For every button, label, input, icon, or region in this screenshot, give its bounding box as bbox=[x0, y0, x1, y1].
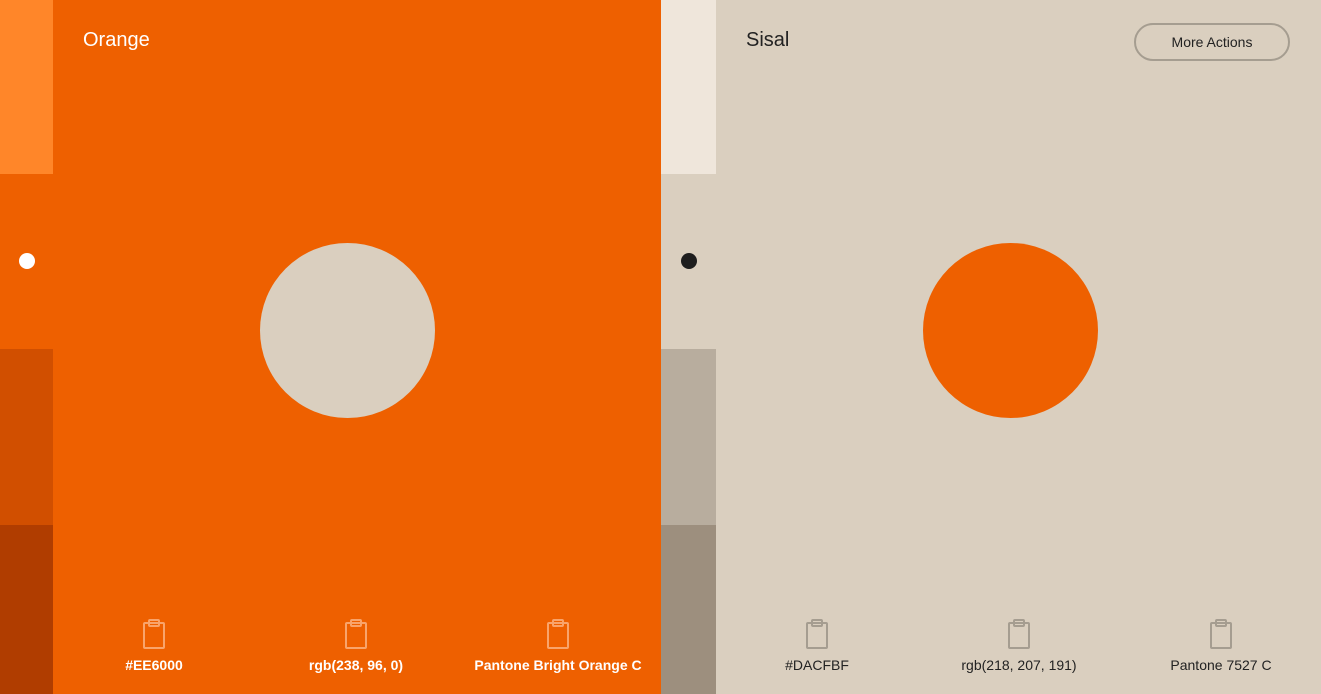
sisal-shade-lighter[interactable] bbox=[661, 0, 716, 174]
clipboard-icon bbox=[547, 619, 569, 649]
sisal-shade-darkest[interactable] bbox=[661, 525, 716, 694]
color-codes-row: #DACFBF rgb(218, 207, 191) Pantone 7527 … bbox=[716, 604, 1321, 694]
color-name-title: Sisal bbox=[746, 29, 790, 51]
more-actions-button[interactable]: More Actions bbox=[1134, 23, 1290, 61]
sisal-panel: Sisal More Actions #DACFBF rgb(218, 207,… bbox=[716, 0, 1321, 694]
pantone-code-label: Pantone 7527 C bbox=[1170, 657, 1272, 673]
copy-hex-button[interactable]: #EE6000 bbox=[53, 618, 255, 674]
hex-code-label: #EE6000 bbox=[125, 657, 183, 673]
sisal-shade-selected[interactable] bbox=[661, 174, 716, 349]
contrast-circle bbox=[923, 243, 1098, 418]
rgb-code-label: rgb(218, 207, 191) bbox=[961, 657, 1077, 673]
copy-rgb-button[interactable]: rgb(238, 96, 0) bbox=[255, 618, 457, 674]
orange-shade-darker[interactable] bbox=[0, 349, 53, 525]
orange-shade-strip bbox=[0, 0, 53, 694]
color-codes-row: #EE6000 rgb(238, 96, 0) Pantone Bright O… bbox=[53, 604, 661, 694]
orange-shade-darkest[interactable] bbox=[0, 525, 53, 694]
contrast-circle bbox=[260, 243, 435, 418]
clipboard-icon bbox=[1008, 619, 1030, 649]
clipboard-icon bbox=[806, 619, 828, 649]
orange-shade-lighter[interactable] bbox=[0, 0, 53, 174]
color-name-title: Orange bbox=[83, 29, 150, 51]
sisal-shade-darker[interactable] bbox=[661, 349, 716, 525]
rgb-code-label: rgb(238, 96, 0) bbox=[308, 657, 404, 673]
clipboard-icon bbox=[1210, 619, 1232, 649]
copy-pantone-button[interactable]: Pantone Bright Orange C bbox=[457, 618, 659, 674]
orange-panel: Orange #EE6000 rgb(238, 96, 0) Pantone B… bbox=[53, 0, 661, 694]
color-comparison-page: Orange #EE6000 rgb(238, 96, 0) Pantone B… bbox=[0, 0, 1321, 694]
copy-hex-button[interactable]: #DACFBF bbox=[716, 618, 918, 674]
selected-shade-indicator bbox=[18, 253, 35, 269]
copy-pantone-button[interactable]: Pantone 7527 C bbox=[1120, 618, 1321, 674]
sisal-shade-strip bbox=[661, 0, 716, 694]
clipboard-icon bbox=[345, 619, 367, 649]
selected-shade-indicator bbox=[680, 253, 697, 269]
pantone-code-label: Pantone Bright Orange C bbox=[474, 657, 642, 673]
clipboard-icon bbox=[143, 619, 165, 649]
orange-shade-selected[interactable] bbox=[0, 174, 53, 349]
hex-code-label: #DACFBF bbox=[785, 657, 849, 673]
copy-rgb-button[interactable]: rgb(218, 207, 191) bbox=[918, 618, 1120, 674]
